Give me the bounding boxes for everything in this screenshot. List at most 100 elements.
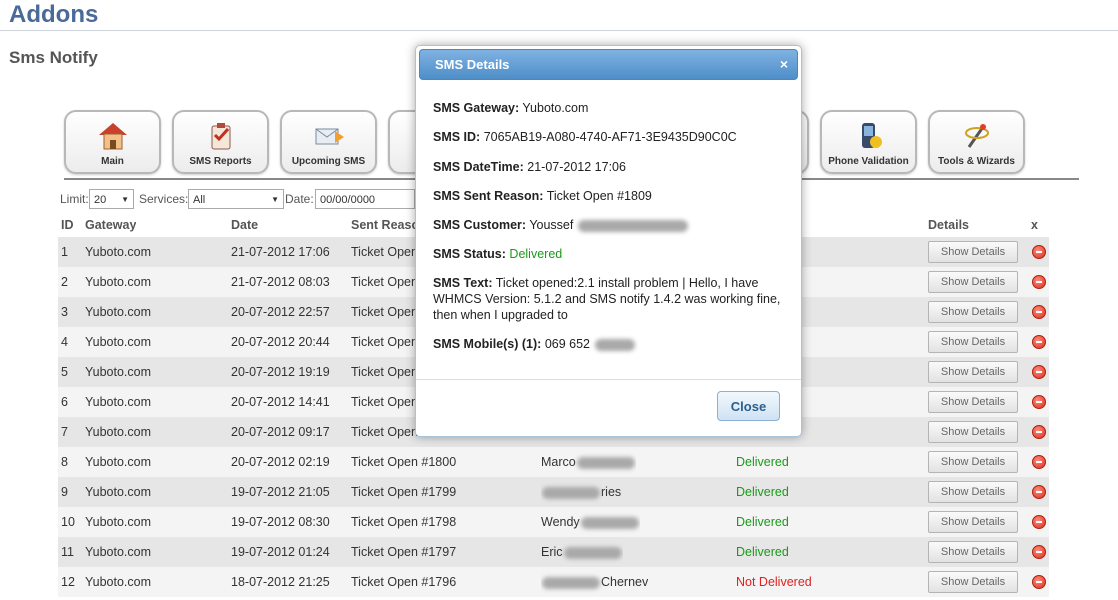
cell-gateway: Yuboto.com [85,275,152,289]
envelope-clock-icon [315,128,344,145]
cell-id: 1 [61,245,68,259]
cell-gateway: Yuboto.com [85,485,152,499]
phone-check-icon [861,123,882,148]
delete-icon[interactable] [1032,365,1046,379]
redacted-text [577,219,688,232]
redacted-text [563,546,622,559]
delete-icon[interactable] [1032,485,1046,499]
cell-reason: Ticket Open #1800 [351,455,457,469]
delete-icon[interactable] [1032,275,1046,289]
show-details-button[interactable]: Show Details [928,361,1018,383]
cell-reason: Ticket Open [351,365,418,379]
main-button[interactable]: Main [64,110,161,174]
show-details-button[interactable]: Show Details [928,301,1018,323]
cell-customer: Eric [541,537,623,567]
table-row: 8 Yuboto.com 20-07-2012 02:19 Ticket Open #… [58,447,1049,477]
field-mobile: SMS Mobile(s) (1): 069 652 [433,336,798,352]
field-label: SMS Status: [433,247,506,261]
services-label: Services: [139,192,189,206]
show-details-button[interactable]: Show Details [928,511,1018,533]
chevron-down-icon: ▼ [121,195,129,204]
cell-gateway: Yuboto.com [85,575,152,589]
delete-icon[interactable] [1032,425,1046,439]
cell-date: 19-07-2012 21:05 [231,485,330,499]
field-value: 7065AB19-A080-4740-AF71-3E9435D90C0C [483,130,737,144]
cell-customer: Chernev [541,567,648,597]
field-sms-id: SMS ID: 7065AB19-A080-4740-AF71-3E9435D9… [433,129,798,145]
cell-gateway: Yuboto.com [85,335,152,349]
show-details-button[interactable]: Show Details [928,241,1018,263]
show-details-button[interactable]: Show Details [928,421,1018,443]
show-details-button[interactable]: Show Details [928,481,1018,503]
tools-wand-icon [964,124,989,148]
delete-icon[interactable] [1032,395,1046,409]
cell-id: 5 [61,365,68,379]
delete-icon[interactable] [1032,335,1046,349]
redacted-text [594,338,635,351]
date-value: 00/00/0000 [320,194,376,206]
clipboard-check-icon [211,123,230,150]
cell-date: 21-07-2012 17:06 [231,245,330,259]
show-details-button[interactable]: Show Details [928,331,1018,353]
cell-date: 21-07-2012 08:03 [231,275,330,289]
field-label: SMS Mobile(s) (1): [433,337,542,351]
show-details-button[interactable]: Show Details [928,391,1018,413]
sms-reports-button[interactable]: SMS Reports [172,110,269,174]
field-gateway: SMS Gateway: Yuboto.com [433,100,798,116]
delete-icon[interactable] [1032,515,1046,529]
delete-icon[interactable] [1032,575,1046,589]
cell-reason: Ticket Open #1797 [351,545,457,559]
show-details-button[interactable]: Show Details [928,451,1018,473]
table-row: 9 Yuboto.com 19-07-2012 21:05 Ticket Open #… [58,477,1049,507]
header-date: Date [231,218,259,232]
close-icon[interactable]: × [780,50,788,79]
tools-wizards-button[interactable]: Tools & Wizards [928,110,1025,174]
field-status: SMS Status: Delivered [433,246,798,262]
cell-gateway: Yuboto.com [85,305,152,319]
phone-validation-button[interactable]: Phone Validation [820,110,917,174]
page-title: Addons [9,1,99,28]
limit-value: 20 [94,194,107,206]
cell-gateway: Yuboto.com [85,545,152,559]
limit-select[interactable]: 20 ▼ [89,189,134,209]
upcoming-sms-button[interactable]: Upcoming SMS [280,110,377,174]
delete-icon[interactable] [1032,545,1046,559]
page-subtitle: Sms Notify [9,48,98,67]
field-label: SMS ID: [433,130,481,144]
cell-id: 12 [61,575,75,589]
cell-reason: Ticket Open [351,425,418,439]
cell-status: Delivered [736,455,789,469]
field-label: SMS Text: [433,276,493,290]
show-details-button[interactable]: Show Details [928,271,1018,293]
cell-date: 20-07-2012 02:19 [231,455,330,469]
date-input[interactable]: 00/00/0000 [315,189,415,209]
show-details-button[interactable]: Show Details [928,571,1018,593]
field-value: 069 652 [544,337,591,351]
cell-id: 11 [61,545,74,559]
date-label: Date: [285,192,314,206]
customer-name: Wendy [541,515,580,529]
field-value: Yuboto.com [522,101,589,115]
cell-id: 2 [61,275,68,289]
close-button[interactable]: Close [717,391,780,421]
cell-customer: Wendy [541,507,640,537]
tools-wizards-label: Tools & Wizards [938,156,1015,167]
field-text: SMS Text: Ticket opened:2.1 install prob… [433,275,798,323]
services-select[interactable]: All ▼ [188,189,284,209]
title-divider [0,30,1118,31]
dialog-footer-divider [416,379,801,380]
field-sent-reason: SMS Sent Reason: Ticket Open #1809 [433,188,798,204]
house-icon [98,123,127,150]
field-label: SMS Sent Reason: [433,189,544,203]
cell-reason: Ticket Open [351,245,418,259]
delete-icon[interactable] [1032,305,1046,319]
cell-gateway: Yuboto.com [85,425,152,439]
cell-reason: Ticket Open #1798 [351,515,457,529]
cell-gateway: Yuboto.com [85,515,152,529]
delete-icon[interactable] [1032,245,1046,259]
show-details-button[interactable]: Show Details [928,541,1018,563]
chevron-down-icon: ▼ [271,195,279,204]
redacted-text [542,486,600,499]
field-label: SMS Gateway: [433,101,520,115]
delete-icon[interactable] [1032,455,1046,469]
